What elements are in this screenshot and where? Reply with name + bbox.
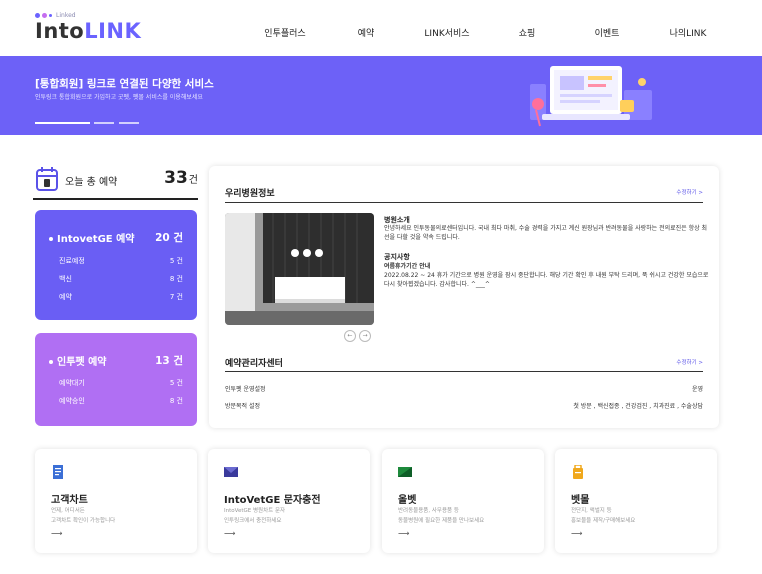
notice-text: 2022.08.22 ~ 24 휴가 기간으로 병원 운영을 잠시 중단합니다.… — [384, 272, 709, 288]
admin-row-operation: 인투펫 운영설정 운영 — [225, 386, 703, 393]
stat-row: 예약승인 8 건 — [59, 397, 183, 405]
hospital-edit-link[interactable]: 수정하기 > — [676, 188, 703, 196]
arrow-right-icon[interactable]: ⟶ — [398, 529, 409, 538]
card-description: IntoVetGE 병원차트 문자 인투링크에서 충전하세요 — [224, 508, 286, 524]
stat-card-count: 20 건 — [155, 232, 183, 244]
hospital-photo — [225, 213, 374, 325]
card-description: 전단지, 액벌지 등 홍보물을 제작/구매해보세요 — [571, 508, 636, 524]
nav-my-link[interactable]: 나의LINK — [670, 26, 707, 39]
today-reservation-summary: 오늘 총 예약 33건 — [33, 166, 198, 200]
nav-shopping[interactable]: 쇼핑 — [519, 26, 536, 39]
hospital-info-title: 우리병원정보 — [225, 189, 275, 199]
section-divider — [225, 202, 703, 203]
nav-reservation[interactable]: 예약 — [358, 26, 375, 39]
stat-card-header: IntovetGE 예약 20 건 — [49, 230, 183, 245]
arrow-right-icon[interactable]: ⟶ — [224, 529, 235, 538]
admin-row-visit-purpose: 방문목적 설정 첫 방문 , 백신접종 , 건강검진 , 치과진료 , 수술상담 — [225, 403, 703, 410]
nav-event[interactable]: 이벤트 — [595, 26, 620, 39]
notice-heading: 공지사항 — [384, 253, 410, 261]
card-sms-charge[interactable]: IntoVetGE 문자충전 IntoVetGE 병원차트 문자 인투링크에서 … — [208, 449, 370, 553]
intro-text: 안녕하세요 인투동물의료센터입니다. 국내 최다 마취, 수술 경력을 가지고 … — [384, 225, 708, 241]
section-divider — [225, 371, 703, 372]
logo-small-text: Linked — [56, 11, 76, 19]
reservation-edit-link[interactable]: 수정하기 > — [676, 358, 703, 366]
intopet-reservation-card[interactable]: 인투펫 예약 13 건 예약대기 5 건 예약승인 8 건 — [35, 333, 197, 426]
calendar-icon — [36, 167, 58, 191]
card-customer-chart[interactable]: 고객차트 언제, 어디서든 고객차트 확인이 가능합니다 ⟶ — [35, 449, 197, 553]
reservation-admin-title: 예약관리자센터 — [225, 359, 283, 369]
card-title: IntoVetGE 문자충전 — [224, 495, 321, 506]
card-vetmall[interactable]: 벳몰 전단지, 액벌지 등 홍보물을 제작/구매해보세요 ⟶ — [555, 449, 717, 553]
envelope-icon — [224, 467, 238, 477]
stat-row: 예약대기 5 건 — [59, 379, 183, 387]
flag-icon — [398, 467, 412, 477]
card-description: 반려동물용품, 사무용품 등 동물병원에 필요한 제품을 만나보세요 — [398, 508, 485, 524]
card-title: 고객차트 — [51, 495, 88, 506]
hospital-info-panel: 우리병원정보 수정하기 > ← → 병원소개 안녕하세요 인투동물의료센터입니다… — [209, 166, 719, 428]
stat-row: 예약 7 건 — [59, 293, 183, 301]
stat-row: 백신 8 건 — [59, 275, 183, 283]
banner-title: [통합회원] 링크로 연결된 다양한 서비스 — [35, 78, 214, 90]
notice-subheading: 여름휴가기간 안내 — [384, 263, 431, 270]
bag-icon — [573, 465, 583, 479]
intovetge-reservation-card[interactable]: IntovetGE 예약 20 건 진료예정 5 건 백신 8 건 예약 7 건 — [35, 210, 197, 320]
photo-prev-button[interactable]: ← — [344, 330, 356, 342]
today-label: 오늘 총 예약 — [65, 177, 118, 188]
arrow-right-icon[interactable]: ⟶ — [51, 529, 62, 538]
banner-indicator[interactable] — [119, 122, 139, 124]
lobby-image-icon — [225, 213, 374, 325]
stat-card-count: 13 건 — [155, 355, 183, 367]
arrow-right-icon[interactable]: ⟶ — [571, 529, 582, 538]
main-nav: 인투플러스 예약 LINK서비스 쇼핑 이벤트 나의LINK — [0, 26, 762, 40]
card-title: 올벳 — [398, 495, 417, 506]
banner-indicator-active[interactable] — [35, 122, 90, 124]
stat-row: 진료예정 5 건 — [59, 257, 183, 265]
header: Linked IntoLINK 인투플러스 예약 LINK서비스 쇼핑 이벤트 … — [0, 0, 762, 56]
card-allvet[interactable]: 올벳 반려동물용품, 사무용품 등 동물병원에 필요한 제품을 만나보세요 ⟶ — [382, 449, 544, 553]
banner-indicator[interactable] — [94, 122, 114, 124]
photo-next-button[interactable]: → — [359, 330, 371, 342]
document-icon — [53, 465, 63, 479]
today-count: 33건 — [164, 168, 198, 188]
stat-card-header: 인투펫 예약 13 건 — [49, 353, 183, 368]
card-title: 벳몰 — [571, 495, 590, 506]
nav-into-plus[interactable]: 인투플러스 — [264, 26, 305, 39]
card-description: 언제, 어디서든 고객차트 확인이 가능합니다 — [51, 508, 116, 524]
promo-banner[interactable]: [통합회원] 링크로 연결된 다양한 서비스 인투링크 통합회원으로 가입하고 … — [0, 56, 762, 135]
banner-subtitle: 인투링크 통합회원으로 가입하고 굿펫, 펫몰 서비스를 이용해보세요 — [35, 94, 203, 101]
laptop-illustration-icon — [530, 66, 652, 127]
nav-link-service[interactable]: LINK서비스 — [424, 26, 469, 39]
